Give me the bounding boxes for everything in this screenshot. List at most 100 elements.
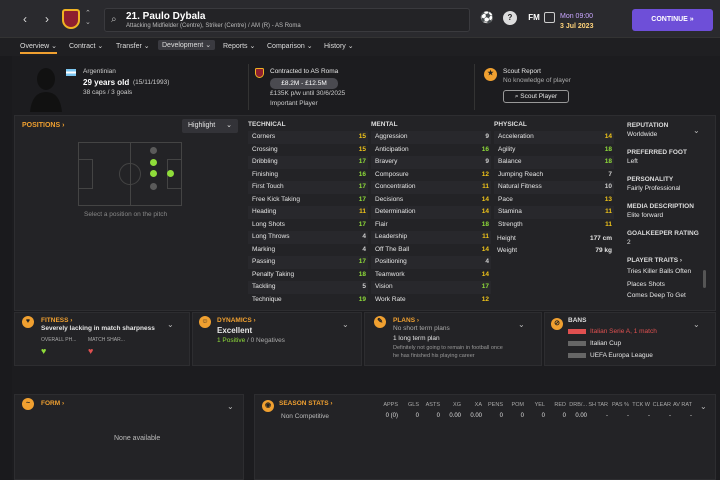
- stat-column-header[interactable]: AV RAT: [670, 402, 692, 408]
- attribute-row[interactable]: Anticipation 16: [371, 144, 491, 157]
- attribute-row[interactable]: Decisions 14: [371, 194, 491, 207]
- form-title[interactable]: FORM ›: [41, 400, 64, 407]
- stat-column-header[interactable]: RED: [544, 402, 566, 408]
- attribute-row[interactable]: Aggression 9: [371, 131, 491, 144]
- attribute-row[interactable]: Composure 12: [371, 169, 491, 182]
- attribute-name: Vision: [375, 283, 393, 290]
- position-pitch[interactable]: [78, 142, 182, 206]
- chevron-down-icon[interactable]: ⌄: [518, 320, 525, 329]
- attribute-row[interactable]: Passing 17: [248, 256, 368, 269]
- attribute-row[interactable]: Pace 13: [494, 194, 614, 207]
- attribute-row[interactable]: Agility 18: [494, 144, 614, 157]
- attribute-value: 16: [481, 145, 489, 153]
- position-dot[interactable]: [150, 147, 157, 154]
- chevron-down-icon[interactable]: ⌄: [693, 126, 700, 135]
- attribute-row[interactable]: Long Shots 17: [248, 219, 368, 232]
- ball-icon[interactable]: ⚽: [480, 11, 494, 25]
- traits-label[interactable]: PLAYER TRAITS ›: [627, 257, 682, 264]
- continue-button[interactable]: CONTINUE »: [632, 9, 713, 31]
- attribute-row[interactable]: First Touch 17: [248, 181, 368, 194]
- fitness-title[interactable]: FITNESS ›: [41, 317, 72, 324]
- attribute-row[interactable]: Work Rate 12: [371, 294, 491, 307]
- tab-reports[interactable]: Reports ⌄: [223, 42, 255, 50]
- tab-history[interactable]: History ⌄: [324, 42, 354, 50]
- attribute-row[interactable]: Dribbling 17: [248, 156, 368, 169]
- stat-column-header[interactable]: APPS: [376, 402, 398, 408]
- tab-contract[interactable]: Contract ⌄: [69, 42, 103, 50]
- highlight-dropdown[interactable]: Highlight ⌄: [182, 119, 238, 133]
- tab-comparison[interactable]: Comparison ⌄: [267, 42, 313, 50]
- chevron-down-icon: ⌄: [226, 122, 232, 129]
- chevron-down-icon[interactable]: ⌄: [342, 320, 349, 329]
- stat-column-header[interactable]: PAS %: [607, 402, 629, 408]
- attribute-row[interactable]: Penalty Taking 18: [248, 269, 368, 282]
- traits-scrollbar[interactable]: [703, 270, 706, 288]
- attribute-row[interactable]: Corners 15: [248, 131, 368, 144]
- attribute-row[interactable]: Finishing 16: [248, 169, 368, 182]
- attribute-row[interactable]: Bravery 9: [371, 156, 491, 169]
- attribute-row[interactable]: Strength 11: [494, 219, 614, 232]
- chevron-down-icon[interactable]: ⌄: [693, 320, 700, 329]
- attribute-row[interactable]: Natural Fitness 10: [494, 181, 614, 194]
- attribute-row[interactable]: Determination 14: [371, 206, 491, 219]
- attribute-name: Agility: [498, 145, 516, 153]
- stat-column-header[interactable]: GLS: [397, 402, 419, 408]
- position-dot[interactable]: [150, 170, 157, 177]
- tab-overview[interactable]: Overview ⌄: [20, 42, 57, 54]
- scout-player-button[interactable]: ⌕ Scout Player: [503, 90, 569, 103]
- tab-development[interactable]: Development ⌄: [158, 40, 216, 50]
- stat-column-header[interactable]: PENS: [481, 402, 503, 408]
- attribute-row[interactable]: Marking 4: [248, 244, 368, 257]
- stat-column-header[interactable]: XG: [439, 402, 461, 408]
- dynamics-title[interactable]: DYNAMICS ›: [217, 317, 256, 324]
- attribute-row[interactable]: Teamwork 14: [371, 269, 491, 282]
- weight-label: Weight: [497, 247, 518, 254]
- position-dot[interactable]: [167, 170, 174, 177]
- chevron-down-icon[interactable]: ⌄: [167, 320, 174, 329]
- search-icon[interactable]: ⌕: [111, 14, 117, 25]
- stat-column-header[interactable]: XA: [460, 402, 482, 408]
- weight-row: Weight 79 kg: [497, 245, 612, 258]
- fm-logo[interactable]: FM: [526, 11, 542, 25]
- attribute-value: 18: [604, 145, 612, 153]
- stat-column-header[interactable]: DRB/...: [565, 402, 587, 408]
- back-arrow-icon[interactable]: ‹: [16, 10, 34, 28]
- updown-chevron-icon[interactable]: ⌃ ⌄: [85, 9, 95, 27]
- club-crest-icon[interactable]: [62, 9, 80, 29]
- positions-title[interactable]: POSITIONS ›: [22, 122, 64, 129]
- attribute-row[interactable]: Long Throws 4: [248, 231, 368, 244]
- transfer-value[interactable]: £8.2M - £12.5M: [270, 78, 338, 89]
- forward-arrow-icon[interactable]: ›: [38, 10, 56, 28]
- position-dot[interactable]: [150, 183, 157, 190]
- stat-column-header[interactable]: ASTS: [418, 402, 440, 408]
- position-dot[interactable]: [150, 159, 157, 166]
- attribute-row[interactable]: Concentration 11: [371, 181, 491, 194]
- stat-column-header[interactable]: CLEAR: [649, 402, 671, 408]
- attribute-row[interactable]: Tackling 5: [248, 281, 368, 294]
- chevron-down-icon[interactable]: ⌄: [227, 402, 234, 411]
- stat-column-header[interactable]: POM: [502, 402, 524, 408]
- attribute-row[interactable]: Leadership 11: [371, 231, 491, 244]
- stat-column-header[interactable]: YEL: [523, 402, 545, 408]
- season-stats-title[interactable]: SEASON STATS ›: [279, 400, 333, 407]
- highlight-label: Highlight: [188, 122, 216, 129]
- plans-title[interactable]: PLANS ›: [393, 317, 419, 324]
- attribute-row[interactable]: Crossing 15: [248, 144, 368, 157]
- attribute-row[interactable]: Free Kick Taking 17: [248, 194, 368, 207]
- help-icon[interactable]: ?: [503, 11, 517, 25]
- attribute-row[interactable]: Flair 18: [371, 219, 491, 232]
- chevron-down-icon[interactable]: ⌄: [700, 402, 707, 411]
- attribute-row[interactable]: Balance 18: [494, 156, 614, 169]
- attribute-row[interactable]: Acceleration 14: [494, 131, 614, 144]
- stat-column-header[interactable]: SH TAR: [586, 402, 608, 408]
- stat-column-header[interactable]: TCK W: [628, 402, 650, 408]
- attribute-row[interactable]: Jumping Reach 7: [494, 169, 614, 182]
- attribute-row[interactable]: Positioning 4: [371, 256, 491, 269]
- attribute-row[interactable]: Off The Ball 14: [371, 244, 491, 257]
- attribute-row[interactable]: Heading 11: [248, 206, 368, 219]
- attribute-row[interactable]: Stamina 11: [494, 206, 614, 219]
- player-title-box[interactable]: ⌕ 21. Paulo Dybala Attacking Midfielder …: [104, 8, 470, 32]
- tab-transfer[interactable]: Transfer ⌄: [116, 42, 150, 50]
- attribute-row[interactable]: Vision 17: [371, 281, 491, 294]
- attribute-row[interactable]: Technique 19: [248, 294, 368, 307]
